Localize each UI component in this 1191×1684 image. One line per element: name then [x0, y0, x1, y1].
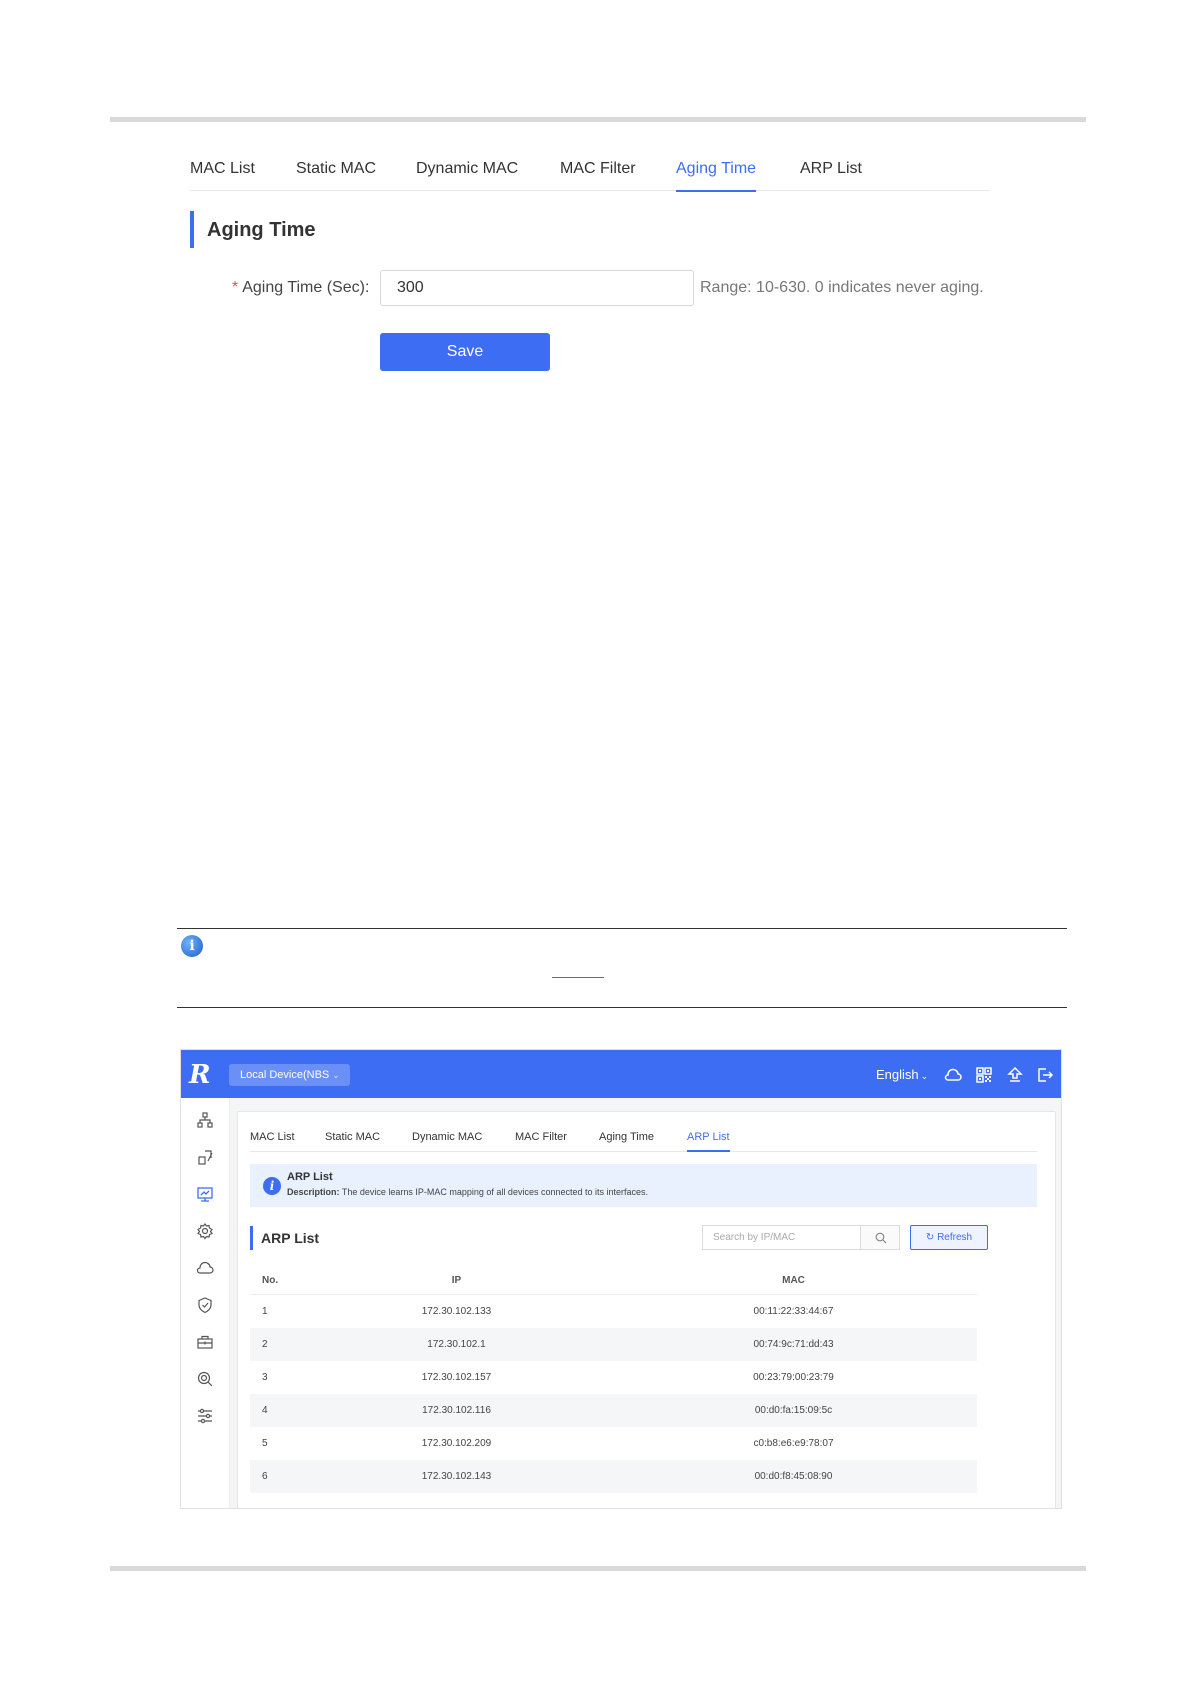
table-row: 1 172.30.102.133 00:11:22:33:44:67	[250, 1295, 977, 1329]
cloud-icon[interactable]	[944, 1066, 962, 1084]
info-icon: i	[263, 1177, 281, 1195]
column-header-no: No.	[250, 1266, 303, 1295]
tab-static-mac[interactable]: Static MAC	[296, 160, 376, 178]
page-bottom-rule	[110, 1566, 1086, 1571]
aging-time-input[interactable]	[380, 270, 694, 306]
cell-no: 6	[250, 1460, 303, 1493]
notice-description-text: The device learns IP-MAC mapping of all …	[341, 1187, 649, 1197]
tab-arp-list[interactable]: ARP List	[687, 1131, 730, 1152]
cell-mac: 00:74:9c:71:dd:43	[610, 1328, 977, 1361]
aging-time-hint: Range: 10-630. 0 indicates never aging.	[700, 279, 984, 296]
arp-list-card: MAC List Static MAC Dynamic MAC MAC Filt…	[237, 1111, 1056, 1508]
refresh-button[interactable]: ↻ Refresh	[910, 1225, 988, 1250]
refresh-label: Refresh	[937, 1232, 973, 1243]
settings-icon[interactable]	[196, 1222, 214, 1240]
monitor-icon[interactable]	[196, 1185, 214, 1203]
upload-icon[interactable]	[1006, 1066, 1024, 1084]
tab-bar: MAC List Static MAC Dynamic MAC MAC Filt…	[250, 1124, 1037, 1152]
arp-table: No. IP MAC 1 172.30.102.133 00:11:22:33:…	[250, 1266, 977, 1493]
cell-no: 1	[262, 1306, 268, 1317]
tab-mac-list[interactable]: MAC List	[190, 160, 255, 178]
language-label: English	[876, 1067, 919, 1082]
cell-ip: 172.30.102.1	[303, 1328, 610, 1361]
column-header-ip: IP	[303, 1266, 610, 1295]
chevron-down-icon: ⌄	[920, 1071, 929, 1081]
aging-time-label: * Aging Time (Sec):	[232, 279, 369, 297]
tab-aging-time[interactable]: Aging Time	[676, 160, 757, 192]
cell-ip: 172.30.102.157	[421, 1372, 492, 1383]
note-link-underline[interactable]	[552, 977, 604, 978]
cell-mac: 00:d0:f8:45:08:90	[610, 1460, 977, 1493]
cell-no: 3	[262, 1372, 268, 1383]
tab-mac-filter[interactable]: MAC Filter	[515, 1131, 567, 1143]
table-row: 2 172.30.102.1 00:74:9c:71:dd:43	[250, 1328, 977, 1361]
refresh-icon: ↻	[925, 1232, 935, 1243]
tab-bar: MAC List Static MAC Dynamic MAC MAC Filt…	[190, 150, 990, 192]
cell-mac: 00:11:22:33:44:67	[753, 1306, 834, 1317]
column-header-mac: MAC	[610, 1266, 977, 1295]
diagnostics-icon[interactable]	[196, 1370, 214, 1388]
cloud-icon[interactable]	[196, 1259, 214, 1277]
tab-aging-time[interactable]: Aging Time	[599, 1131, 654, 1143]
cell-mac: c0:b8:e6:e9:78:07	[753, 1438, 834, 1449]
cell-no: 5	[262, 1438, 268, 1449]
section-title-text: ARP List	[261, 1230, 320, 1246]
sliders-icon[interactable]	[196, 1407, 214, 1425]
tab-mac-filter[interactable]: MAC Filter	[560, 160, 636, 178]
table-row: 3 172.30.102.157 00:23:79:00:23:79	[250, 1361, 977, 1394]
notice-description: Description: The device learns IP-MAC ma…	[287, 1187, 648, 1197]
table-row: 5 172.30.102.209 c0:b8:e6:e9:78:07	[250, 1427, 977, 1460]
language-selector[interactable]: English ⌄	[876, 1067, 928, 1082]
network-topology-icon[interactable]	[196, 1111, 214, 1129]
search-input[interactable]	[702, 1225, 860, 1250]
page-top-rule	[110, 117, 1086, 122]
cell-ip: 172.30.102.133	[421, 1306, 492, 1317]
section-title: ARP List	[250, 1226, 319, 1250]
search-button[interactable]	[860, 1225, 900, 1250]
device-selector[interactable]: Local Device(NBS ⌄	[229, 1064, 350, 1086]
devices-icon[interactable]	[196, 1148, 214, 1166]
cell-ip: 172.30.102.116	[303, 1394, 610, 1427]
table-row: 6 172.30.102.143 00:d0:f8:45:08:90	[250, 1460, 977, 1493]
required-mark: *	[232, 279, 239, 296]
tab-static-mac[interactable]: Static MAC	[325, 1131, 380, 1143]
notice-title: ARP List	[287, 1171, 333, 1183]
shield-icon[interactable]	[196, 1296, 214, 1314]
device-selector-label: Local Device(NBS	[240, 1069, 330, 1081]
table-row: 4 172.30.102.116 00:d0:fa:15:09:5c	[250, 1394, 977, 1427]
sidebar	[181, 1098, 230, 1508]
app-header: R Local Device(NBS ⌄ English ⌄	[181, 1050, 1061, 1098]
section-title: Aging Time	[190, 211, 494, 248]
cell-mac: 00:23:79:00:23:79	[753, 1372, 834, 1383]
save-button[interactable]: Save	[380, 333, 550, 371]
note-bottom-rule	[177, 1007, 1067, 1008]
cell-mac: 00:d0:fa:15:09:5c	[610, 1394, 977, 1427]
description-notice: i ARP List Description: The device learn…	[250, 1164, 1037, 1207]
aging-time-label-text: Aging Time (Sec):	[242, 279, 370, 296]
cell-ip: 172.30.102.143	[303, 1460, 610, 1493]
chevron-down-icon: ⌄	[332, 1070, 340, 1080]
brand-logo: R	[189, 1060, 211, 1090]
tab-dynamic-mac[interactable]: Dynamic MAC	[412, 1131, 482, 1143]
tab-arp-list[interactable]: ARP List	[800, 160, 862, 178]
tab-mac-list[interactable]: MAC List	[250, 1131, 295, 1143]
arp-list-screenshot: R Local Device(NBS ⌄ English ⌄ MAC List St…	[180, 1049, 1062, 1509]
qr-code-icon[interactable]	[975, 1066, 993, 1084]
logout-icon[interactable]	[1036, 1066, 1054, 1084]
cell-no: 4	[250, 1394, 303, 1427]
search-icon	[875, 1232, 887, 1244]
section-title-text: Aging Time	[207, 219, 316, 241]
table-header-row: No. IP MAC	[250, 1266, 977, 1295]
cell-no: 2	[250, 1328, 303, 1361]
cell-ip: 172.30.102.209	[421, 1438, 492, 1449]
toolbox-icon[interactable]	[196, 1333, 214, 1351]
info-icon: i	[181, 935, 203, 957]
note-top-rule	[177, 928, 1067, 929]
tab-dynamic-mac[interactable]: Dynamic MAC	[416, 160, 518, 178]
notice-description-label: Description:	[287, 1187, 340, 1197]
